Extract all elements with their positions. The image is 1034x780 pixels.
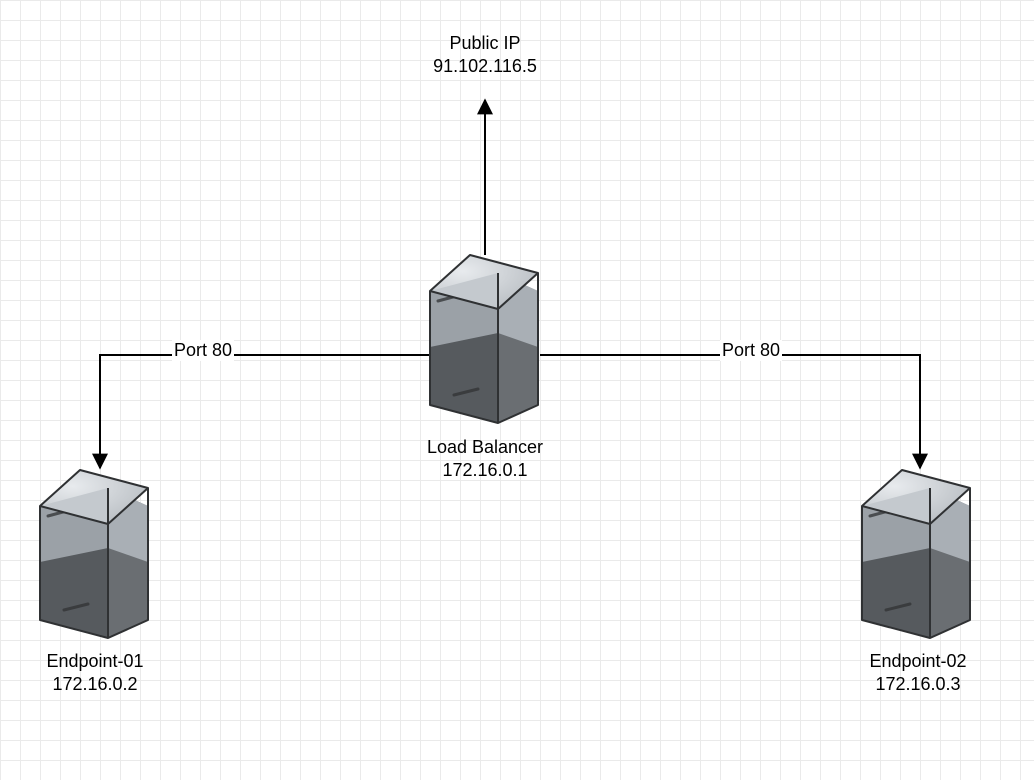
server-icon-endpoint1 bbox=[40, 470, 148, 638]
load-balancer-address: 172.16.0.1 bbox=[385, 459, 585, 482]
endpoint1-title: Endpoint-01 bbox=[0, 650, 195, 673]
endpoint2-address: 172.16.0.3 bbox=[818, 673, 1018, 696]
public-ip-address: 91.102.116.5 bbox=[385, 55, 585, 78]
edge-lb-to-endpoint2 bbox=[540, 355, 920, 468]
diagram-canvas: Public IP 91.102.116.5 Load Balancer 172… bbox=[0, 0, 1034, 780]
endpoint2-title: Endpoint-02 bbox=[818, 650, 1018, 673]
endpoint1-label: Endpoint-01 172.16.0.2 bbox=[0, 650, 195, 697]
edge-lb-to-endpoint1 bbox=[100, 355, 430, 468]
edge-label-right-port: Port 80 bbox=[720, 340, 782, 361]
endpoint2-label: Endpoint-02 172.16.0.3 bbox=[818, 650, 1018, 697]
edge-label-left-port: Port 80 bbox=[172, 340, 234, 361]
public-ip-title: Public IP bbox=[385, 32, 585, 55]
server-icon-endpoint2 bbox=[862, 470, 970, 638]
endpoint1-address: 172.16.0.2 bbox=[0, 673, 195, 696]
load-balancer-label: Load Balancer 172.16.0.1 bbox=[385, 436, 585, 483]
server-icon-load-balancer bbox=[430, 255, 538, 423]
load-balancer-title: Load Balancer bbox=[385, 436, 585, 459]
public-ip-label: Public IP 91.102.116.5 bbox=[385, 32, 585, 79]
